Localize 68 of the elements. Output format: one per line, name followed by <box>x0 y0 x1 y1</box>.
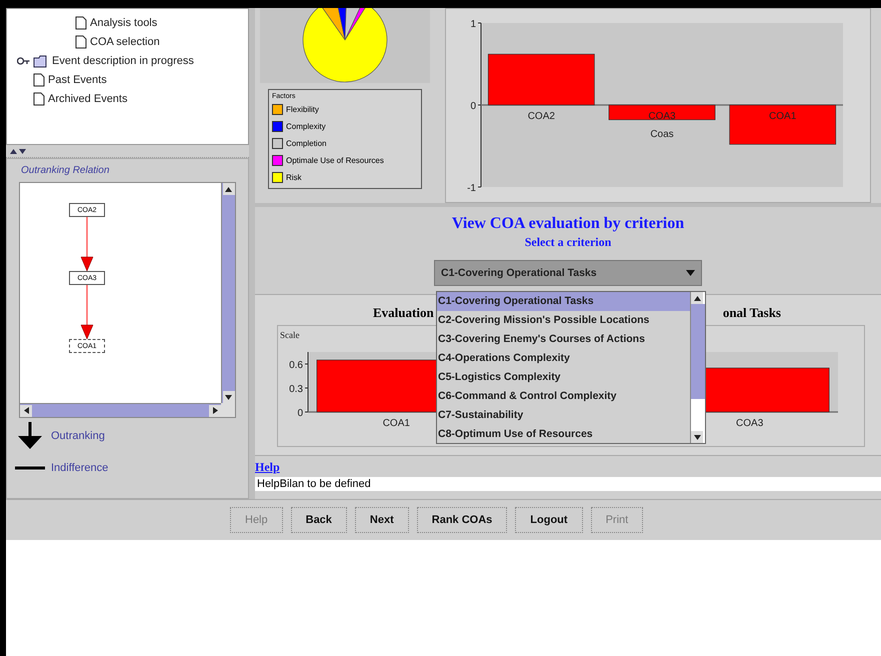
up-arrow-icon <box>694 296 700 300</box>
legend-label: Outranking <box>51 430 105 442</box>
axis-label: Coas <box>650 129 674 140</box>
right-arrow-icon <box>212 407 218 414</box>
action-button[interactable]: Rank COAs <box>416 507 508 533</box>
help-text-field[interactable]: HelpBilan to be defined <box>255 476 881 491</box>
arrow-connector <box>80 217 94 271</box>
tick-label: 0 <box>297 408 303 419</box>
tree-item[interactable]: Past Events <box>48 74 107 86</box>
vertical-scrollbar[interactable] <box>690 292 705 443</box>
action-button[interactable]: Logout <box>515 507 583 533</box>
document-icon <box>75 16 87 30</box>
down-arrow-icon <box>19 148 26 154</box>
category-label: COA3 <box>648 111 676 122</box>
dropdown-option[interactable]: C3-Covering Enemy's Courses of Actions <box>437 330 690 349</box>
left-arrow-icon <box>24 407 28 414</box>
section-subtitle: Select a criterion <box>524 235 612 250</box>
legend-label: Completion <box>286 138 326 148</box>
dropdown-option[interactable]: C6-Command & Control Complexity <box>437 386 690 406</box>
legend-label: Optimale Use of Resources <box>286 156 384 164</box>
down-arrow-icon <box>225 394 232 400</box>
dropdown-option[interactable]: C8-Optimum Use of Resources <box>437 424 690 443</box>
dropdown-option[interactable]: C2-Covering Mission's Possible Locations <box>437 310 690 330</box>
tick-label: -1 <box>467 183 476 194</box>
section-title: View COA evaluation by criterion <box>452 215 684 233</box>
tree-item[interactable]: Analysis tools <box>90 17 158 29</box>
category-label: COA2 <box>528 111 555 122</box>
tick-label: 1 <box>470 19 476 30</box>
key-icon <box>17 57 30 65</box>
tick-label: 0 <box>470 101 476 112</box>
legend-label: Flexibility <box>286 104 319 114</box>
legend-label: Indifference <box>51 462 108 474</box>
document-icon <box>33 73 45 87</box>
vertical-scrollbar[interactable] <box>221 183 235 403</box>
legend-label: Complexity <box>286 122 326 130</box>
caret-icon <box>686 270 695 276</box>
legend-label: Risk <box>286 172 302 182</box>
category-label: COA1 <box>382 418 410 429</box>
horizontal-scrollbar[interactable] <box>20 403 221 417</box>
y-axis <box>304 351 308 412</box>
axis-label: Scale <box>280 330 300 340</box>
line-icon <box>15 466 45 470</box>
panel-title: Outranking Relation <box>21 165 110 176</box>
folder-icon <box>33 54 49 68</box>
tree-item[interactable]: Archived Events <box>48 93 128 105</box>
up-arrow-icon <box>225 186 232 192</box>
tree-item[interactable]: Event description in progress <box>52 55 194 67</box>
up-arrow-icon <box>10 148 17 154</box>
arrow-connector <box>80 285 94 339</box>
document-icon <box>75 35 87 49</box>
help-title: Help <box>255 460 280 475</box>
chart-title: onal Tasks <box>722 304 781 321</box>
criterion-dropdown[interactable]: C1-Covering Operational Tasks <box>434 260 702 286</box>
action-button[interactable]: Next <box>354 507 409 533</box>
chart-title: Evaluation <box>373 304 434 321</box>
tick-label: 0.6 <box>289 360 303 371</box>
dropdown-option[interactable]: C1-Covering Operational Tasks <box>437 292 690 311</box>
document-icon <box>33 92 45 106</box>
dropdown-option[interactable]: C5-Logistics Complexity <box>437 368 690 386</box>
tick-label: 0.3 <box>289 384 303 395</box>
action-button[interactable]: Back <box>290 507 347 533</box>
down-arrow-icon <box>694 434 700 440</box>
dropdown-option[interactable]: C4-Operations Complexity <box>437 348 690 368</box>
tree-item[interactable]: COA selection <box>90 36 160 48</box>
down-arrow-icon <box>15 422 45 450</box>
category-label: COA1 <box>769 111 796 122</box>
dropdown-option[interactable]: C7-Sustainability <box>437 405 690 424</box>
category-label: COA3 <box>736 418 764 429</box>
